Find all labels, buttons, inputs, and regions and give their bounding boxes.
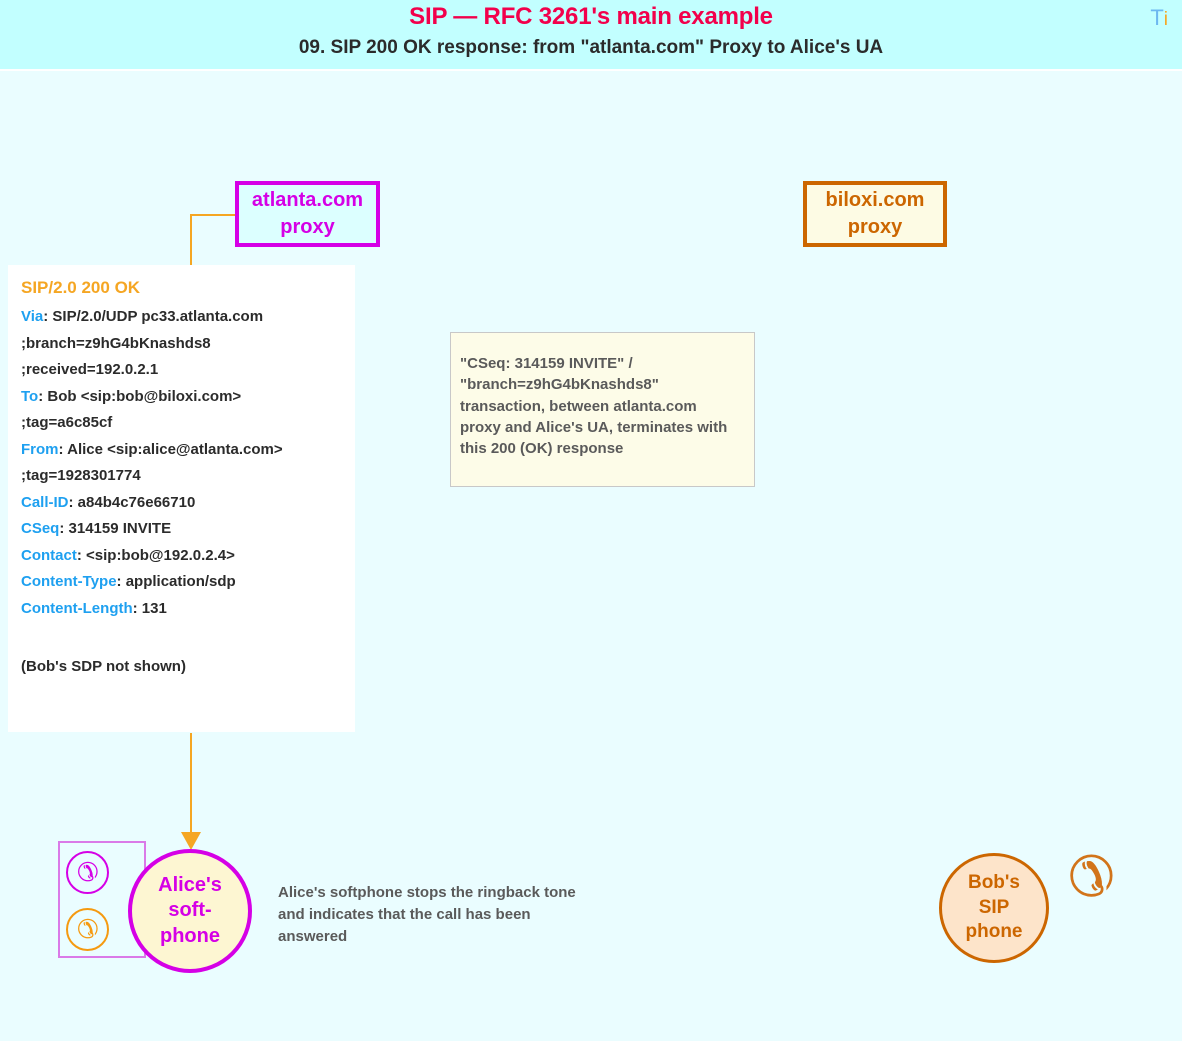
sip-header-value: : Bob <sip:bob@biloxi.com> [38,387,242,405]
sip-header-name: Call-ID [21,493,69,511]
sip-header-value: ;tag=1928301774 [21,467,141,484]
handset-icon: ✆ [76,856,99,887]
connector-line-vertical [190,214,192,267]
brand-logo-letter-i: i [1163,9,1168,30]
sip-header-line: From: Alice <sip:alice@atlanta.com> [21,441,355,458]
handset-icon: ✆ [1068,845,1115,908]
handset-icon-circle-bottom: ✆ [66,908,109,951]
message-arrow-shaft [190,733,192,838]
handset-icon-circle-top: ✆ [66,851,109,894]
sip-header-value: ;branch=z9hG4bKnashds8 [21,334,211,352]
sip-header-name: From [21,440,59,458]
sip-start-line: SIP/2.0 200 OK [21,278,141,297]
sip-header-name: To [21,387,39,405]
page-title: SIP — RFC 3261's main example [409,3,773,30]
page-subtitle: 09. SIP 200 OK response: from "atlanta.c… [298,37,884,58]
sip-header-value: : application/sdp [116,573,236,590]
node-bob-sip-phone[interactable]: Bob's SIP phone [939,853,1049,963]
sip-header-value: (Bob's SDP not shown) [21,657,186,675]
message-arrow-head [181,832,201,850]
biloxi-proxy-label-line2: proxy [847,216,903,238]
sip-header-value: : <sip:bob@192.0.2.4> [76,546,235,564]
bob-phone-label-line2: SIP [978,896,1010,918]
sip-header-line: Content-Type: application/sdp [21,573,355,590]
sip-header-line: (Bob's SDP not shown) [21,658,355,675]
alice-phone-label-line1: Alice's [158,873,222,896]
sip-header-line: ;tag=1928301774 [21,467,355,484]
sip-header-name: Contact [21,546,77,564]
alice-phone-label-line3: phone [160,924,220,947]
sip-header-name: Content-Length [21,599,133,617]
sip-header-value: : 131 [132,599,167,617]
sip-header-value: ;tag=a6c85cf [21,414,113,431]
bob-phone-label-line3: phone [965,921,1023,943]
sip-header-line: Contact: <sip:bob@192.0.2.4> [21,547,355,564]
sip-header-line: ;branch=z9hG4bKnashds8 [21,335,355,352]
sip-header-name: Content-Type [21,573,117,590]
note-transaction: "CSeq: 314159 INVITE" / "branch=z9hG4bKn… [450,332,755,487]
brand-logo-letter-t: T [1150,5,1164,30]
note-alice-softphone: Alice's softphone stops the ringback ton… [278,884,576,945]
sip-header-line: Via: SIP/2.0/UDP pc33.atlanta.com [21,308,355,325]
sip-header-value: ;received=192.0.2.1 [21,361,159,378]
node-atlanta-proxy[interactable]: atlanta.com proxy [235,181,380,247]
atlanta-proxy-label-line1: atlanta.com [251,189,364,211]
sip-header-line: To: Bob <sip:bob@biloxi.com> [21,388,355,405]
sip-header-value: : 314159 INVITE [59,520,172,537]
brand-logo: Ti [1150,5,1168,30]
connector-line-horizontal [190,214,237,216]
sip-header-line: ;received=192.0.2.1 [21,361,355,378]
page-header: SIP — RFC 3261's main example 09. SIP 20… [0,0,1182,71]
sip-header-lines: Via: SIP/2.0/UDP pc33.atlanta.com ;branc… [21,308,355,675]
sip-header-line: Content-Length: 131 [21,600,355,617]
handset-icon: ✆ [76,913,99,944]
sip-header-line [21,626,355,648]
sip-header-name: CSeq [21,520,60,537]
node-alice-softphone[interactable]: Alice's soft- phone [128,849,252,973]
sip-header-line: Call-ID: a84b4c76e66710 [21,494,355,511]
sip-header-name: Via [21,308,44,325]
sip-header-line: CSeq: 314159 INVITE [21,520,355,537]
alice-phone-label-line2: soft- [168,899,212,922]
sip-message-panel: SIP/2.0 200 OK Via: SIP/2.0/UDP pc33.atl… [8,265,355,732]
atlanta-proxy-label-line2: proxy [280,216,335,238]
bob-phone-label-line1: Bob's [967,871,1021,893]
sip-header-value: : Alice <sip:alice@atlanta.com> [58,440,283,458]
biloxi-proxy-label-line1: biloxi.com [825,189,925,211]
sip-header-value: : a84b4c76e66710 [68,493,196,511]
node-biloxi-proxy[interactable]: biloxi.com proxy [803,181,947,247]
sip-header-line: ;tag=a6c85cf [21,414,355,431]
sip-header-value: : SIP/2.0/UDP pc33.atlanta.com [43,308,264,325]
